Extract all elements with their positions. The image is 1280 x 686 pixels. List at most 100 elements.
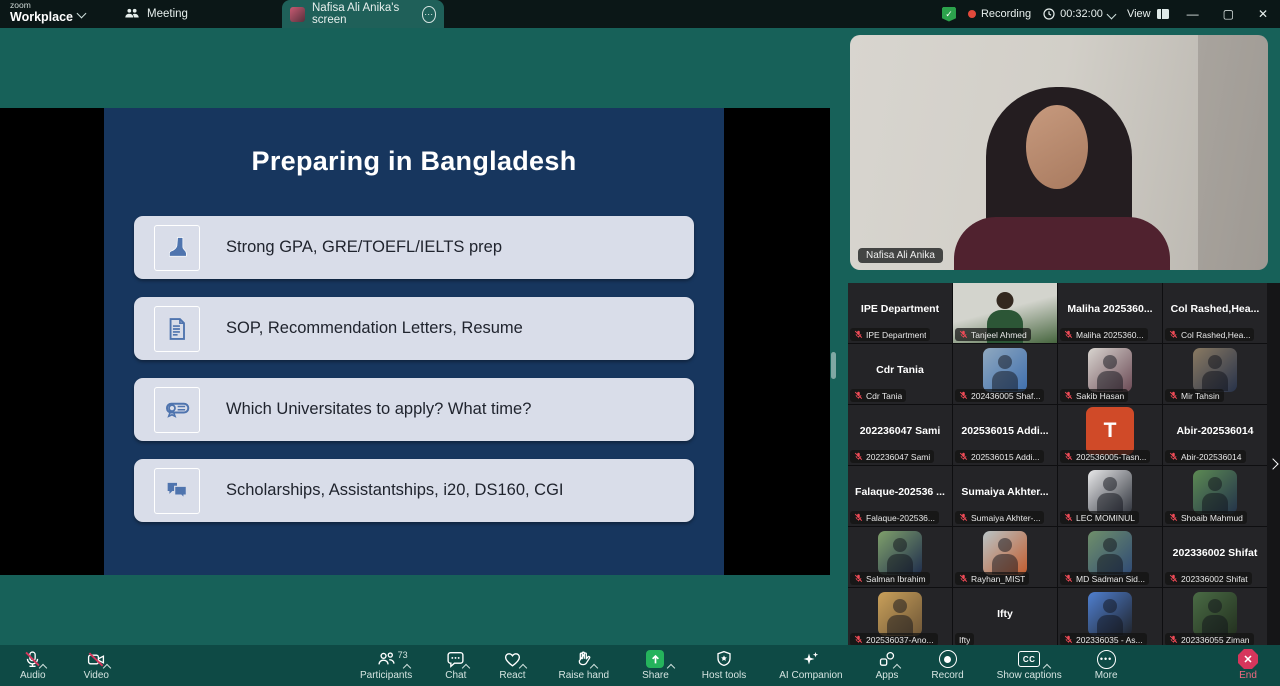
raise-hand-chevron[interactable] [591, 658, 597, 676]
participant-tile-salman-ibrahim[interactable]: Salman Ibrahim [848, 527, 952, 587]
participant-name-label: 202536037-Ano... [850, 633, 938, 645]
slide-bullet-2: SOP, Recommendation Letters, Resume [134, 297, 694, 360]
participant-tile-cdr-tania[interactable]: Cdr Tania Cdr Tania [848, 344, 952, 404]
zoom-meeting-window: zoom Workplace Meeting Nafisa Ali Anika'… [0, 0, 1280, 686]
recording-label: Recording [981, 8, 1031, 20]
mic-muted-icon [1064, 391, 1073, 400]
participant-tile-sakib-hasan[interactable]: Sakib Hasan [1058, 344, 1162, 404]
participant-tile-202336002-shifat[interactable]: 202336002 Shifat 202336002 Shifat [1163, 527, 1267, 587]
view-button[interactable]: View [1127, 8, 1169, 20]
minimize-button[interactable]: — [1181, 7, 1205, 21]
mic-muted-icon [959, 513, 968, 522]
chevron-down-icon[interactable] [77, 9, 87, 19]
tab-meeting[interactable]: Meeting [118, 0, 194, 28]
participant-tile-abir-202536014[interactable]: Abir-202536014 Abir-202536014 [1163, 405, 1267, 465]
participant-name-text: Maliha 2025360... [1064, 303, 1155, 315]
participant-tile-ipe-department[interactable]: IPE Department IPE Department [848, 283, 952, 343]
participant-name-label: Mir Tahsin [1165, 389, 1224, 402]
participant-photo [983, 348, 1027, 392]
react-button[interactable]: React [491, 645, 533, 681]
mic-muted-icon [1169, 574, 1178, 583]
chat-button[interactable]: Chat [437, 645, 474, 681]
participant-tile-maliha-2025360[interactable]: Maliha 2025360... Maliha 2025360... [1058, 283, 1162, 343]
participants-button[interactable]: 73 Participants [352, 645, 420, 681]
participant-tile-mir-tahsin[interactable]: Mir Tahsin [1163, 344, 1267, 404]
participant-tile-tanjeel-ahmed[interactable]: Tanjeel Ahmed [953, 283, 1057, 343]
participant-tile-202536037-ano[interactable]: 202536037-Ano... [848, 588, 952, 645]
participant-name-text: Falaque-202536 ... [852, 486, 948, 498]
participant-tile-md-sadman-sid[interactable]: MD Sadman Sid... [1058, 527, 1162, 587]
tab-screen-share[interactable]: Nafisa Ali Anika's screen ⋯ [282, 0, 444, 28]
chevron-down-icon[interactable] [1106, 9, 1116, 19]
participant-tile-202336035-as[interactable]: 202336035 - As... [1058, 588, 1162, 645]
apps-button[interactable]: Apps [868, 645, 907, 681]
video-button[interactable]: Video [76, 645, 117, 681]
participant-tile-202236047-sami[interactable]: 202236047 Sami 202236047 Sami [848, 405, 952, 465]
speaker-video-tile[interactable]: Nafisa Ali Anika [850, 35, 1268, 270]
apps-chevron[interactable] [894, 658, 900, 676]
slide-bullet-1: Strong GPA, GRE/TOEFL/IELTS prep [134, 216, 694, 279]
participant-photo [1193, 470, 1237, 514]
next-participants-page-button[interactable] [1267, 455, 1279, 473]
security-shield-icon[interactable]: ✓ [942, 7, 956, 22]
participant-tile-shoaib-mahmud[interactable]: Shoaib Mahmud [1163, 466, 1267, 526]
chat-chevron[interactable] [463, 658, 469, 676]
logo-zoom-text: zoom [10, 1, 73, 10]
diploma-icon [154, 387, 200, 433]
share-chevron[interactable] [668, 658, 674, 676]
mic-muted-icon [854, 513, 863, 522]
raise-hand-button[interactable]: Raise hand [551, 645, 618, 681]
host-tools-button[interactable]: Host tools [694, 645, 754, 681]
participant-tile-col-rashed-hea[interactable]: Col Rashed,Hea... Col Rashed,Hea... [1163, 283, 1267, 343]
record-button[interactable]: Record [923, 645, 971, 681]
participant-tile-sumaiya-akhter[interactable]: Sumaiya Akhter... Sumaiya Akhter-... [953, 466, 1057, 526]
recording-dot-icon [968, 10, 976, 18]
chat-bubbles-icon [154, 468, 200, 514]
participant-photo [983, 531, 1027, 575]
maximize-button[interactable]: ▢ [1217, 7, 1240, 21]
panel-resize-handle[interactable] [831, 352, 836, 379]
video-background [1198, 35, 1268, 270]
audio-button[interactable]: Audio [12, 645, 54, 681]
participant-tile-rayhan-mist[interactable]: Rayhan_MIST [953, 527, 1057, 587]
participant-tile-ifty[interactable]: Ifty Ifty [953, 588, 1057, 645]
tab-options-icon[interactable]: ⋯ [422, 6, 436, 23]
mic-muted-icon [959, 391, 968, 400]
participant-name-text: Cdr Tania [873, 364, 927, 376]
show-captions-button[interactable]: CC Show captions [989, 645, 1070, 681]
boot-icon [154, 225, 200, 271]
participant-name-text: IPE Department [858, 303, 942, 315]
participant-tile-lec-mominul[interactable]: LEC MOMINUL [1058, 466, 1162, 526]
slide-bullet-text: Scholarships, Assistantships, i20, DS160… [226, 481, 564, 500]
video-options-chevron[interactable] [104, 658, 110, 676]
captions-chevron[interactable] [1044, 658, 1050, 676]
participant-tile-202436005-shaf[interactable]: 202436005 Shaf... [953, 344, 1057, 404]
participant-name-label: Rayhan_MIST [955, 572, 1029, 585]
participant-name-label: Ifty [955, 633, 974, 645]
slide-bullet-3: Which Universitates to apply? What time? [134, 378, 694, 441]
mic-muted-icon [1064, 330, 1073, 339]
participants-chevron[interactable] [404, 658, 410, 676]
end-meeting-button[interactable]: ✕ End [1230, 645, 1266, 681]
participant-tile-202336055-ziman[interactable]: 202336055 Ziman [1163, 588, 1267, 645]
participant-tile-202536005-tasn[interactable]: T 202536005-Tasn... [1058, 405, 1162, 465]
participant-photo [878, 531, 922, 575]
more-button[interactable]: ••• More [1087, 645, 1126, 681]
meeting-timer[interactable]: 00:32:00 [1043, 8, 1115, 20]
ai-companion-button[interactable]: AI Companion [771, 645, 850, 681]
end-x-icon: ✕ [1238, 649, 1258, 669]
audio-options-chevron[interactable] [40, 658, 46, 676]
share-button[interactable]: Share [634, 645, 677, 681]
react-chevron[interactable] [520, 658, 526, 676]
participant-tile-falaque-202536[interactable]: Falaque-202536 ... Falaque-202536... [848, 466, 952, 526]
participant-tile-202536015-addi[interactable]: 202536015 Addi... 202536015 Addi... [953, 405, 1057, 465]
zoom-workplace-logo: zoom Workplace [10, 1, 73, 23]
mic-muted-icon [959, 574, 968, 583]
close-button[interactable]: ✕ [1252, 7, 1274, 21]
tab-meeting-label: Meeting [147, 8, 188, 20]
participant-photo [1193, 592, 1237, 636]
participant-name-text: 202536015 Addi... [958, 425, 1051, 437]
participant-name-text: Ifty [994, 608, 1016, 620]
speaker-name-badge: Nafisa Ali Anika [858, 248, 943, 263]
recording-indicator: Recording [968, 8, 1031, 20]
